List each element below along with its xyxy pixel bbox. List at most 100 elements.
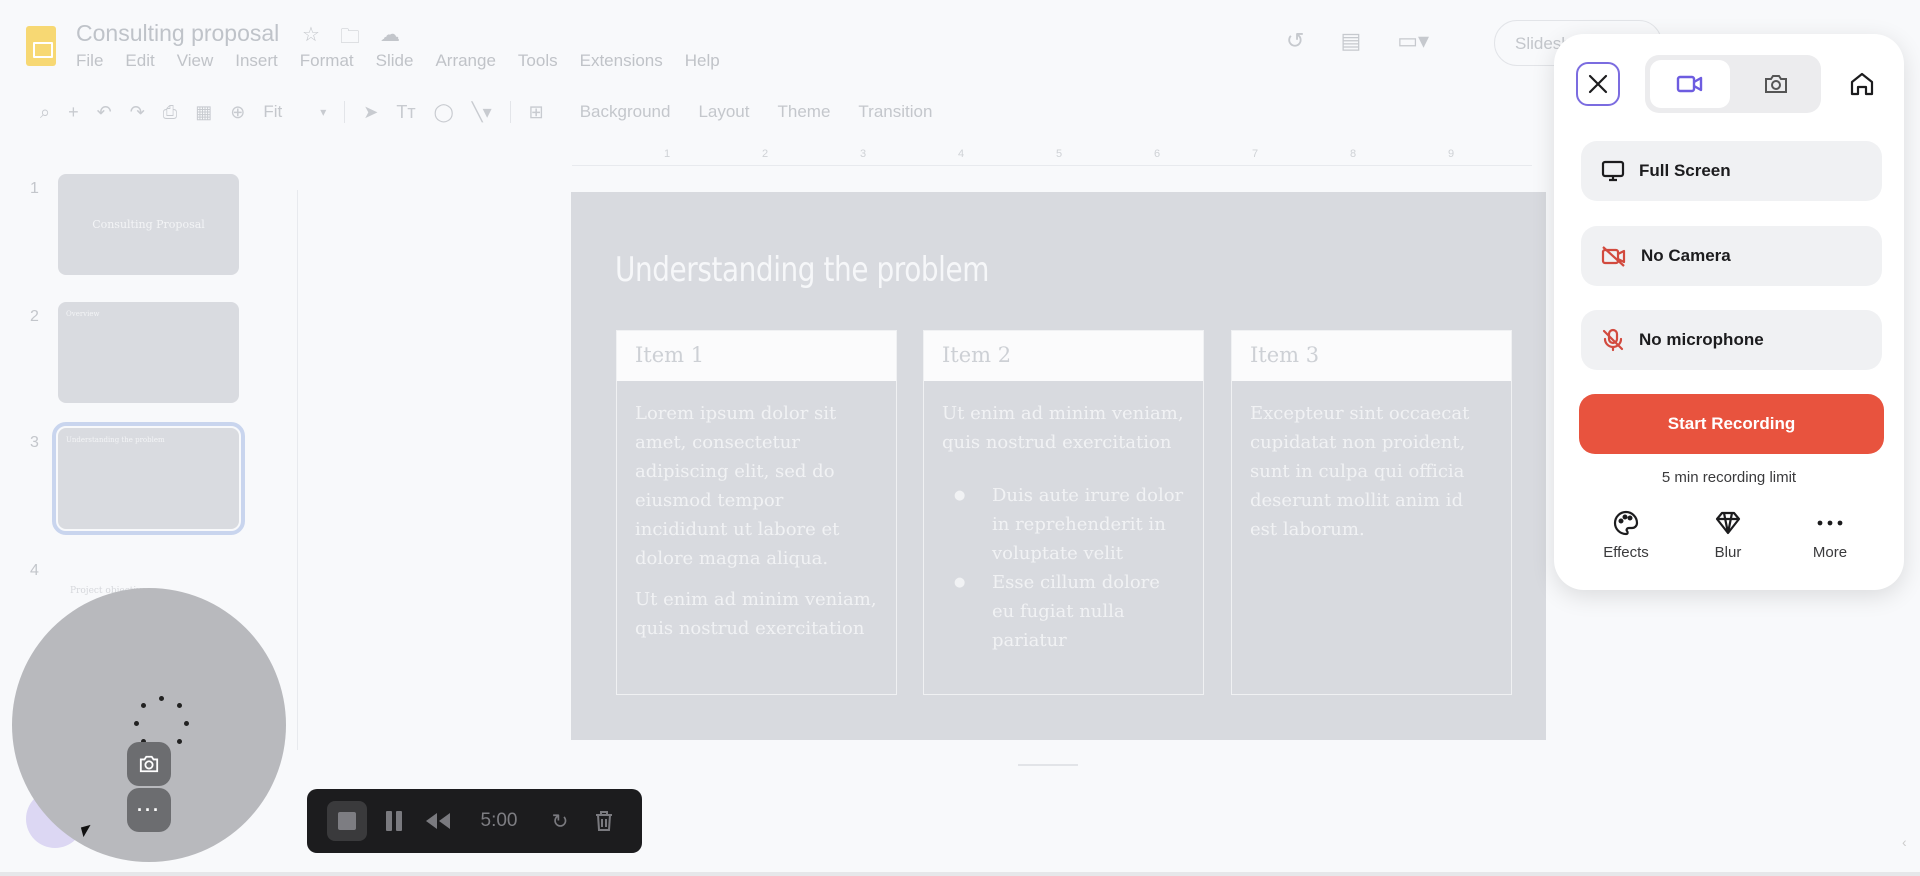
background-button[interactable]: Background: [580, 102, 671, 122]
bubble-more-button[interactable]: ···: [127, 788, 171, 832]
theme-button[interactable]: Theme: [777, 102, 830, 122]
item-body: Ut enim ad minim veniam, quis nostrud ex…: [924, 381, 1203, 673]
slide-thumbnail-selected[interactable]: Understanding the problem: [52, 422, 245, 535]
more-button[interactable]: More: [1790, 508, 1870, 561]
bullet-item: Esse cillum dolore eu fugiat nulla paria…: [942, 568, 1185, 655]
rewind-button[interactable]: [421, 801, 455, 841]
ruler-mark: 1: [664, 148, 671, 160]
shape-icon[interactable]: ◯: [434, 102, 454, 123]
microphone-source-label: No microphone: [1639, 330, 1764, 349]
toolbar-divider: [344, 101, 346, 123]
blur-button[interactable]: Blur: [1688, 508, 1768, 561]
start-recording-button[interactable]: Start Recording: [1579, 394, 1884, 454]
redo-icon[interactable]: ↷: [130, 102, 145, 123]
history-icon[interactable]: ↺: [1286, 28, 1304, 54]
text-box-icon[interactable]: Tт: [396, 102, 415, 123]
screen-source-select[interactable]: Full Screen: [1581, 141, 1882, 201]
zoom-dropdown-icon[interactable]: ▾: [320, 105, 326, 119]
recording-timer: 5:00: [480, 810, 518, 831]
rewind-icon: [426, 813, 450, 829]
print-icon[interactable]: ⎙: [163, 102, 177, 123]
microphone-source-select[interactable]: No microphone: [1581, 310, 1882, 370]
new-slide-icon[interactable]: +: [68, 102, 79, 123]
ruler-mark: 9: [1448, 148, 1455, 160]
more-label: More: [1812, 544, 1848, 561]
effects-button[interactable]: Effects: [1586, 508, 1666, 561]
window-bottom-edge: [0, 872, 1920, 876]
recorder-popup: Full Screen No Camera No microphone Star…: [1554, 34, 1904, 590]
select-icon[interactable]: ➤: [363, 102, 378, 123]
menu-file[interactable]: File: [76, 51, 103, 71]
item-paragraph: Ut enim ad minim veniam, quis nostrud ex…: [635, 589, 877, 639]
undo-icon[interactable]: ↶: [97, 102, 112, 123]
video-mode-button[interactable]: [1650, 60, 1730, 108]
stop-button[interactable]: [327, 801, 367, 841]
camera-icon: [139, 755, 159, 773]
menu-edit[interactable]: Edit: [125, 51, 154, 71]
screenshot-mode-button[interactable]: [1736, 60, 1816, 108]
comments-icon[interactable]: ▤: [1340, 28, 1361, 54]
slide-thumbnail[interactable]: Consulting Proposal: [58, 174, 239, 275]
thumbnail-number: 3: [30, 434, 39, 451]
item-card[interactable]: Item 3 Excepteur sint occaecat cupidatat…: [1231, 330, 1512, 695]
ruler-mark: 4: [958, 148, 965, 160]
palette-icon: [1613, 510, 1639, 536]
slide-thumbnail[interactable]: Overview: [58, 302, 239, 403]
item-paragraph: Excepteur sint occaecat cupidatat non pr…: [1250, 403, 1470, 540]
thumbnail-number: 2: [30, 308, 39, 325]
close-icon: [1588, 74, 1608, 94]
pause-icon: [386, 811, 402, 831]
trash-icon: [596, 811, 612, 831]
delete-button[interactable]: [587, 801, 621, 841]
search-menus-icon[interactable]: ⌕: [40, 102, 50, 123]
menu-help[interactable]: Help: [685, 51, 720, 71]
pause-button[interactable]: [377, 801, 411, 841]
camera-source-select[interactable]: No Camera: [1581, 226, 1882, 286]
item-paragraph: Ut enim ad minim veniam, quis nostrud ex…: [942, 403, 1184, 453]
item-card[interactable]: Item 1 Lorem ipsum dolor sit amet, conse…: [616, 330, 897, 695]
chevron-left-icon[interactable]: ‹: [1902, 834, 1907, 850]
speaker-notes-handle[interactable]: [1018, 764, 1078, 766]
slide-canvas[interactable]: Understanding the problem Item 1 Lorem i…: [571, 192, 1546, 740]
menu-extensions[interactable]: Extensions: [580, 51, 663, 71]
menu-format[interactable]: Format: [300, 51, 354, 71]
menu-view[interactable]: View: [177, 51, 214, 71]
layout-button[interactable]: Layout: [698, 102, 749, 122]
recording-control-bar: 5:00 ↻: [307, 789, 642, 853]
document-title[interactable]: Consulting proposal: [76, 20, 279, 47]
thumbnail-title: Overview: [66, 310, 100, 318]
menu-arrange[interactable]: Arrange: [435, 51, 495, 71]
blur-label: Blur: [1714, 544, 1742, 561]
line-icon[interactable]: ╲▾: [472, 102, 492, 123]
menu-insert[interactable]: Insert: [235, 51, 278, 71]
camera-off-icon: [1601, 246, 1626, 267]
transition-button[interactable]: Transition: [858, 102, 932, 122]
paint-format-icon[interactable]: ▦: [195, 102, 212, 123]
camera-icon: [1765, 75, 1787, 93]
menu-slide[interactable]: Slide: [376, 51, 414, 71]
slides-logo-icon[interactable]: [26, 26, 56, 66]
horizontal-ruler: 1 2 3 4 5 6 7 8 9: [572, 148, 1532, 166]
more-dots-icon: [1817, 520, 1843, 526]
ruler-mark: 6: [1154, 148, 1161, 160]
restart-button[interactable]: ↻: [543, 801, 577, 841]
item-card[interactable]: Item 2 Ut enim ad minim veniam, quis nos…: [923, 330, 1204, 695]
meet-icon[interactable]: ▭▾: [1397, 28, 1429, 54]
zoom-icon[interactable]: ⊕: [230, 102, 245, 123]
item-title: Item 3: [1232, 331, 1511, 381]
ruler-mark: 7: [1252, 148, 1259, 160]
ruler-mark: 3: [860, 148, 867, 160]
zoom-select[interactable]: Fit: [263, 102, 282, 122]
item-title: Item 1: [617, 331, 896, 381]
comment-add-icon[interactable]: ⊞: [529, 102, 544, 123]
bubble-camera-button[interactable]: [127, 742, 171, 786]
ruler-mark: 5: [1056, 148, 1063, 160]
slide-heading[interactable]: Understanding the problem: [615, 250, 989, 290]
close-button[interactable]: [1576, 62, 1620, 106]
ruler-mark: 2: [762, 148, 769, 160]
recording-limit-text: 5 min recording limit: [1661, 469, 1797, 486]
menu-tools[interactable]: Tools: [518, 51, 558, 71]
home-button[interactable]: [1844, 66, 1880, 102]
effects-label: Effects: [1603, 544, 1649, 561]
camera-bubble[interactable]: ···: [12, 588, 286, 862]
